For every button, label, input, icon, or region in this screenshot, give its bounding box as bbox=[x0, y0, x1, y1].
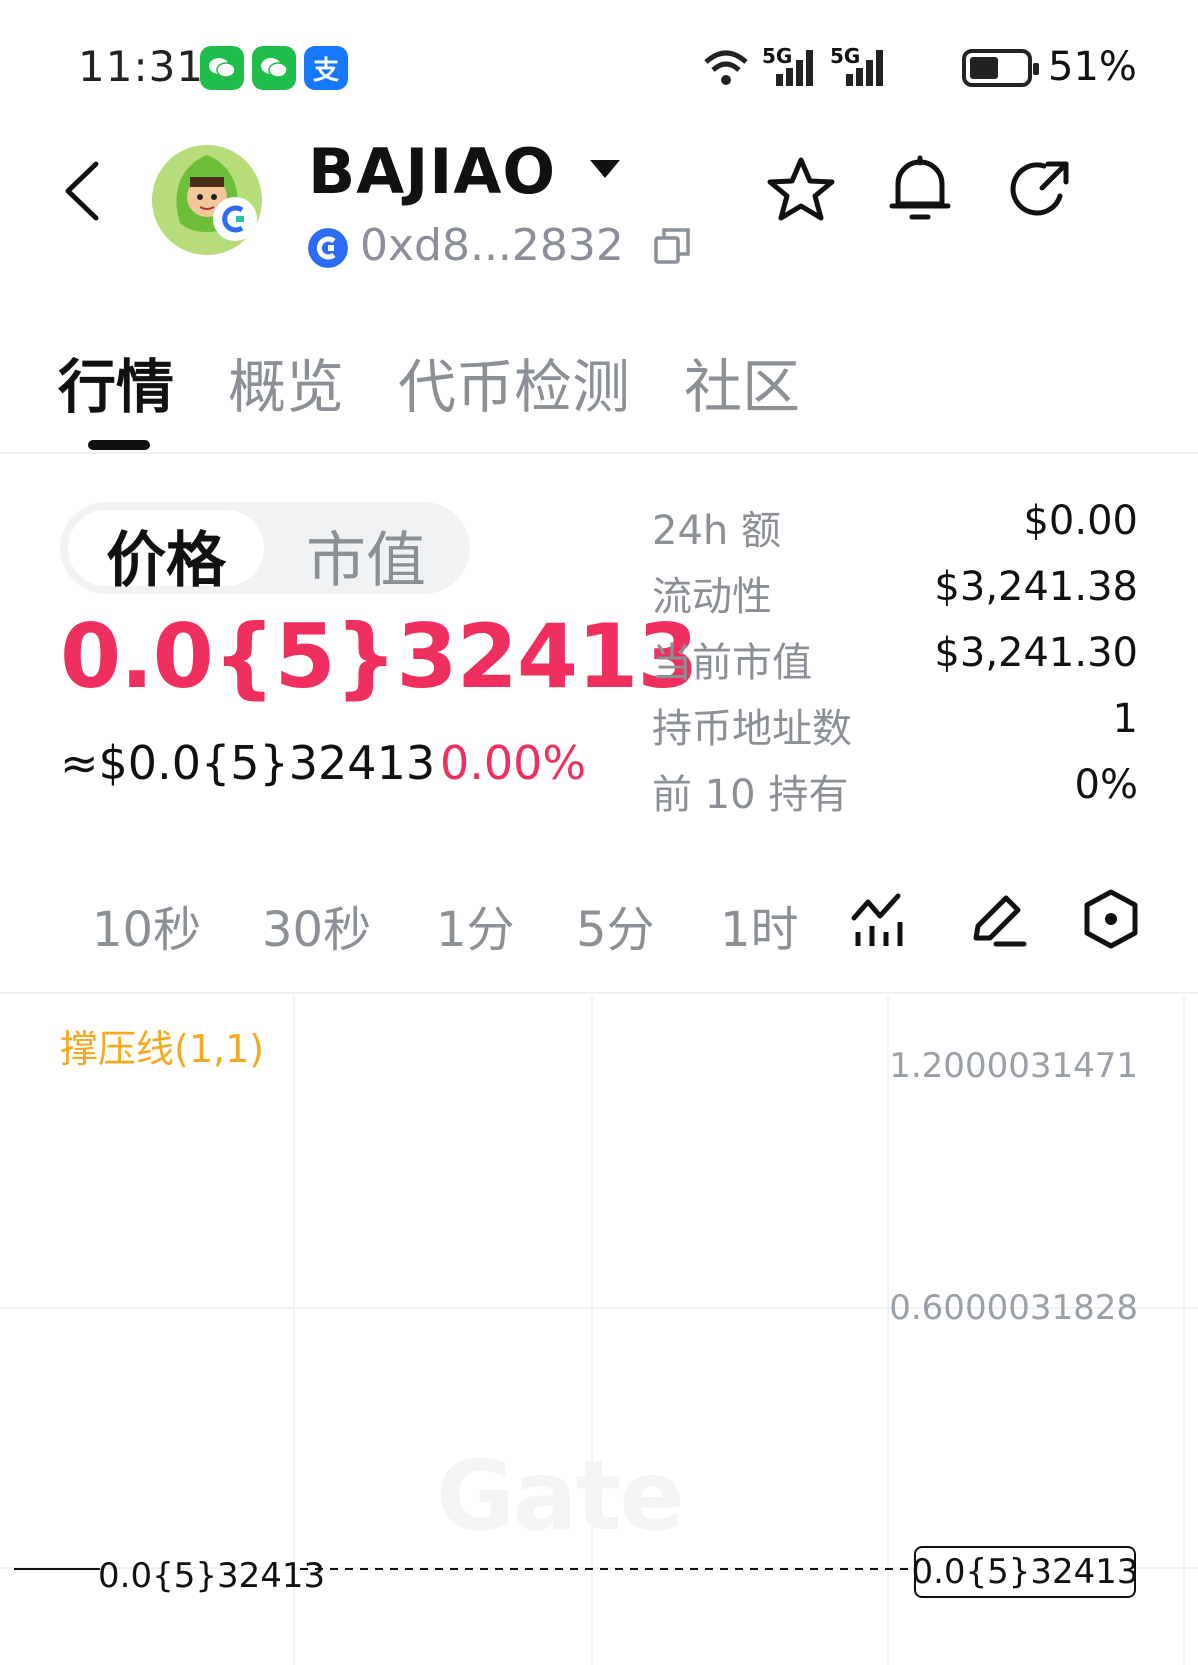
toggle-market-cap[interactable]: 市值 bbox=[306, 512, 426, 599]
draw-pen-icon[interactable] bbox=[966, 888, 1028, 950]
indicator-label: 撑压线(1,1) bbox=[60, 1027, 265, 1071]
gate-watermark: Gate bbox=[436, 1440, 685, 1552]
token-name[interactable]: BAJIAO bbox=[308, 135, 556, 208]
battery-percent: 51% bbox=[1048, 44, 1137, 90]
stat-label-market-cap: 当前市值 bbox=[652, 640, 812, 686]
interval-30s[interactable]: 30秒 bbox=[262, 890, 371, 960]
stat-label-holders: 持币地址数 bbox=[652, 706, 852, 752]
y-axis-tick: 0.6000031828 bbox=[889, 1288, 1138, 1328]
share-icon[interactable] bbox=[1008, 156, 1074, 222]
back-arrow-icon[interactable] bbox=[62, 160, 102, 222]
price-usd: ≈$0.0{5}32413 bbox=[60, 736, 436, 790]
tab-overview[interactable]: 概览 bbox=[228, 340, 344, 424]
interval-5m[interactable]: 5分 bbox=[576, 890, 655, 960]
battery-icon bbox=[962, 49, 1039, 87]
stat-value-top10: 0% bbox=[1074, 762, 1138, 808]
stat-label-liquidity: 流动性 bbox=[652, 574, 772, 620]
bell-icon[interactable] bbox=[888, 154, 952, 224]
signal-icon bbox=[776, 50, 813, 86]
status-time: 11:31 bbox=[78, 42, 205, 91]
contract-address: 0xd8...2832 bbox=[360, 220, 624, 271]
copy-icon[interactable] bbox=[652, 226, 692, 266]
current-price: 0.0{5}32413 bbox=[60, 605, 699, 708]
alipay-icon: 支 bbox=[304, 46, 348, 90]
wechat-icon bbox=[252, 46, 296, 90]
tab-token-check[interactable]: 代币检测 bbox=[398, 340, 630, 424]
price-change: 0.00% bbox=[440, 736, 587, 790]
stat-value-market-cap: $3,241.30 bbox=[934, 630, 1138, 676]
wechat-icon bbox=[200, 46, 244, 90]
interval-10s[interactable]: 10秒 bbox=[92, 890, 201, 960]
gate-chain-badge-icon bbox=[213, 197, 257, 241]
interval-1m[interactable]: 1分 bbox=[436, 890, 515, 960]
stat-label-volume: 24h 额 bbox=[652, 508, 781, 554]
stat-value-volume: $0.00 bbox=[1023, 498, 1138, 544]
signal-icon bbox=[846, 50, 883, 86]
divider bbox=[0, 992, 1198, 994]
active-tab-indicator bbox=[88, 440, 150, 450]
toggle-price[interactable]: 价格 bbox=[106, 512, 226, 599]
stat-value-liquidity: $3,241.38 bbox=[934, 564, 1138, 610]
wifi-icon bbox=[704, 50, 748, 85]
y-axis-tick: 1.2000031471 bbox=[889, 1046, 1138, 1086]
stat-label-top10: 前 10 持有 bbox=[652, 772, 849, 818]
settings-hexagon-icon[interactable] bbox=[1080, 888, 1142, 950]
divider bbox=[0, 452, 1198, 454]
star-icon[interactable] bbox=[766, 156, 836, 222]
tab-market[interactable]: 行情 bbox=[58, 340, 174, 424]
tab-community[interactable]: 社区 bbox=[684, 340, 800, 424]
chain-icon bbox=[308, 228, 348, 268]
dropdown-caret-icon[interactable] bbox=[590, 160, 620, 178]
stat-value-holders: 1 bbox=[1112, 696, 1138, 742]
interval-1h[interactable]: 1时 bbox=[720, 890, 799, 960]
indicator-icon[interactable] bbox=[848, 888, 910, 950]
price-line-label: 0.0{5}32413 bbox=[98, 1556, 326, 1596]
current-price-tag[interactable]: 0.0{5}32413 bbox=[911, 1546, 1139, 1598]
